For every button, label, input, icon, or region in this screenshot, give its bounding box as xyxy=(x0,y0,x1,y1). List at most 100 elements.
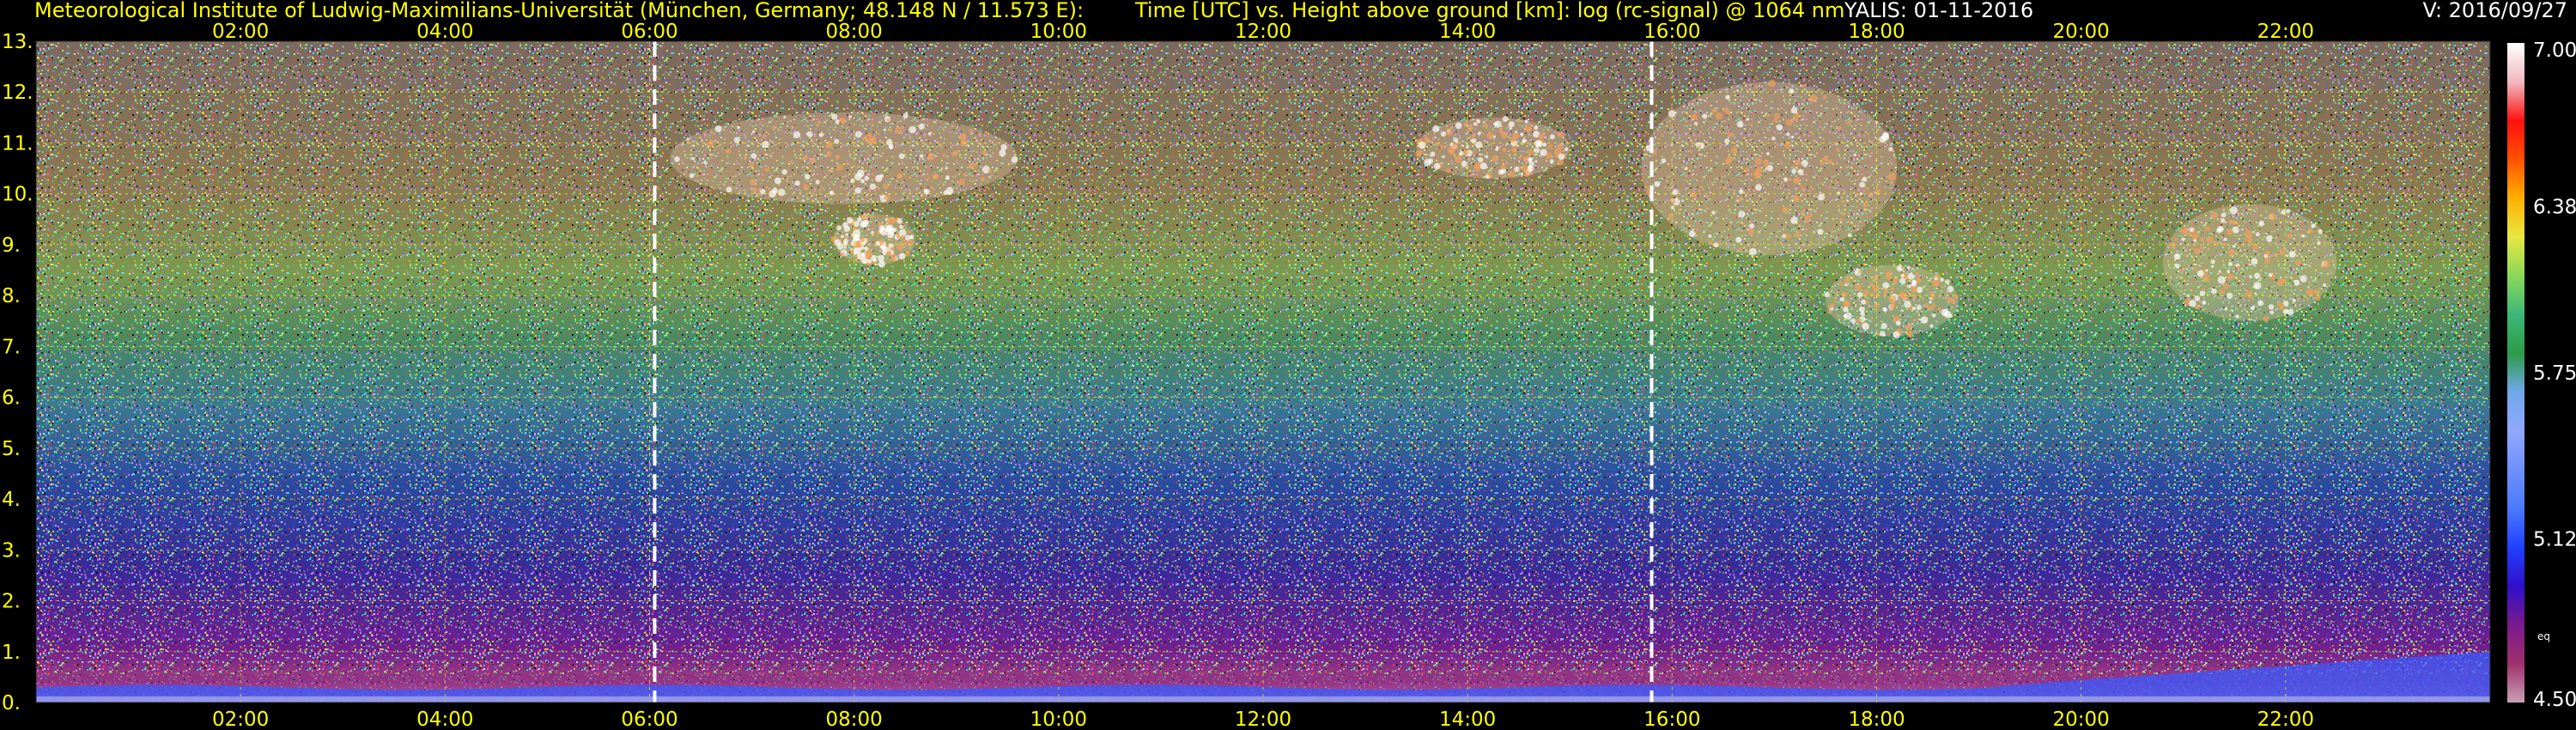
cloud-speck xyxy=(883,184,889,190)
cloud-speck xyxy=(1882,307,1886,311)
cloud-speck xyxy=(1514,144,1517,148)
cloud-speck xyxy=(1839,296,1844,301)
cloud-speck xyxy=(1931,313,1936,318)
cloud-speck xyxy=(908,176,912,179)
cloud-speck xyxy=(1549,159,1554,164)
cloud-speck xyxy=(872,232,876,235)
cloud-speck xyxy=(1907,331,1913,338)
cloud-speck xyxy=(2300,275,2307,283)
cloud-speck xyxy=(1818,193,1826,201)
cloud-speck xyxy=(1725,159,1731,165)
cloud-speck xyxy=(1474,161,1481,168)
cloud-speck xyxy=(1790,106,1798,114)
cloud-speck xyxy=(1528,149,1534,156)
cloud-speck xyxy=(1715,112,1723,120)
cloud-speck xyxy=(867,259,872,264)
cloud-speck xyxy=(1522,139,1527,143)
cloud-speck xyxy=(794,180,800,186)
cloud-speck xyxy=(1915,318,1919,322)
cloud-speck xyxy=(1549,134,1555,140)
cloud-speck xyxy=(2313,289,2320,295)
cloud-speck xyxy=(1882,288,1889,295)
cloud-speck xyxy=(2323,283,2327,288)
cloud-speck xyxy=(1509,136,1516,143)
cloud-speck xyxy=(2200,245,2205,250)
cloud-speck xyxy=(1786,132,1790,137)
cloud-speck xyxy=(1857,292,1863,298)
cloud-speck xyxy=(1882,131,1889,139)
cloud-speck xyxy=(1817,228,1824,235)
cloud-speck xyxy=(1824,291,1830,298)
cloud-speck xyxy=(1803,216,1811,222)
cloud-speck xyxy=(1558,143,1564,149)
cloud-speck xyxy=(2218,270,2221,273)
cloud-speck xyxy=(1502,147,1507,153)
cloud-speck xyxy=(1451,143,1459,150)
cloud-speck xyxy=(686,137,690,141)
cloud-speck xyxy=(901,234,905,240)
cloud-speck xyxy=(2193,247,2201,255)
cloud-patch xyxy=(670,112,1018,204)
cloud-speck xyxy=(1947,285,1954,293)
y-tick-label: 2. xyxy=(2,591,21,613)
cloud-speck xyxy=(1911,307,1916,310)
cloud-speck xyxy=(1862,289,1870,296)
cloud-speck xyxy=(726,149,732,155)
cloud-speck xyxy=(1754,157,1763,166)
cloud-speck xyxy=(1843,300,1850,307)
cloud-speck xyxy=(860,222,866,228)
cloud-speck xyxy=(817,120,822,125)
cloud-speck xyxy=(786,178,789,181)
cloud-speck xyxy=(2276,301,2285,310)
cloud-speck xyxy=(2200,237,2205,242)
cloud-speck xyxy=(850,247,854,251)
cloud-speck xyxy=(1931,303,1936,308)
cloud-speck xyxy=(1890,286,1895,292)
cloud-speck xyxy=(2255,232,2260,237)
cloud-speck xyxy=(1929,297,1933,301)
cloud-speck xyxy=(2203,226,2208,231)
cloud-speck xyxy=(818,132,824,137)
cloud-speck xyxy=(1433,162,1441,170)
cloud-speck xyxy=(1790,135,1795,139)
cloud-speck xyxy=(826,150,832,157)
cloud-speck xyxy=(1861,299,1866,305)
cloud-speck xyxy=(793,131,801,138)
cloud-speck xyxy=(889,128,893,132)
cloud-speck xyxy=(2318,228,2323,234)
cloud-speck xyxy=(1792,113,1800,121)
cloud-speck xyxy=(2235,314,2239,319)
cloud-speck xyxy=(1522,164,1528,171)
cloud-speck xyxy=(1872,275,1879,282)
cloud-speck xyxy=(1518,155,1523,161)
cloud-speck xyxy=(1730,147,1738,155)
cloud-speck xyxy=(861,214,866,219)
cloud-speck xyxy=(2245,229,2253,238)
cloud-speck xyxy=(981,150,987,155)
cloud-speck xyxy=(1727,131,1734,138)
cloud-speck xyxy=(1862,176,1868,182)
x-tick-label-bottom: 14:00 xyxy=(1439,709,1496,730)
cloud-speck xyxy=(1482,123,1489,129)
cloud-speck xyxy=(2222,241,2227,246)
cloud-speck xyxy=(2306,288,2314,296)
cloud-speck xyxy=(1845,121,1849,125)
cloud-speck xyxy=(1938,307,1942,312)
cloud-speck xyxy=(674,156,680,162)
cloud-speck xyxy=(860,237,866,243)
cloud-speck xyxy=(2211,289,2217,295)
cloud-speck xyxy=(1449,149,1455,155)
cloud-speck xyxy=(869,183,877,190)
cloud-speck xyxy=(2221,218,2226,223)
x-tick-label-bottom: 08:00 xyxy=(826,709,883,730)
cloud-speck xyxy=(1508,121,1515,128)
cloud-speck xyxy=(1785,118,1794,126)
cloud-speck xyxy=(882,227,884,230)
cloud-speck xyxy=(1446,167,1451,173)
cloud-speck xyxy=(1524,125,1532,133)
y-tick-label: 7. xyxy=(2,336,21,358)
cloud-speck xyxy=(2216,227,2222,234)
cloud-speck xyxy=(2233,220,2238,226)
cloud-speck xyxy=(703,161,708,166)
colorbar-tick-label: 6.38 xyxy=(2533,196,2576,218)
